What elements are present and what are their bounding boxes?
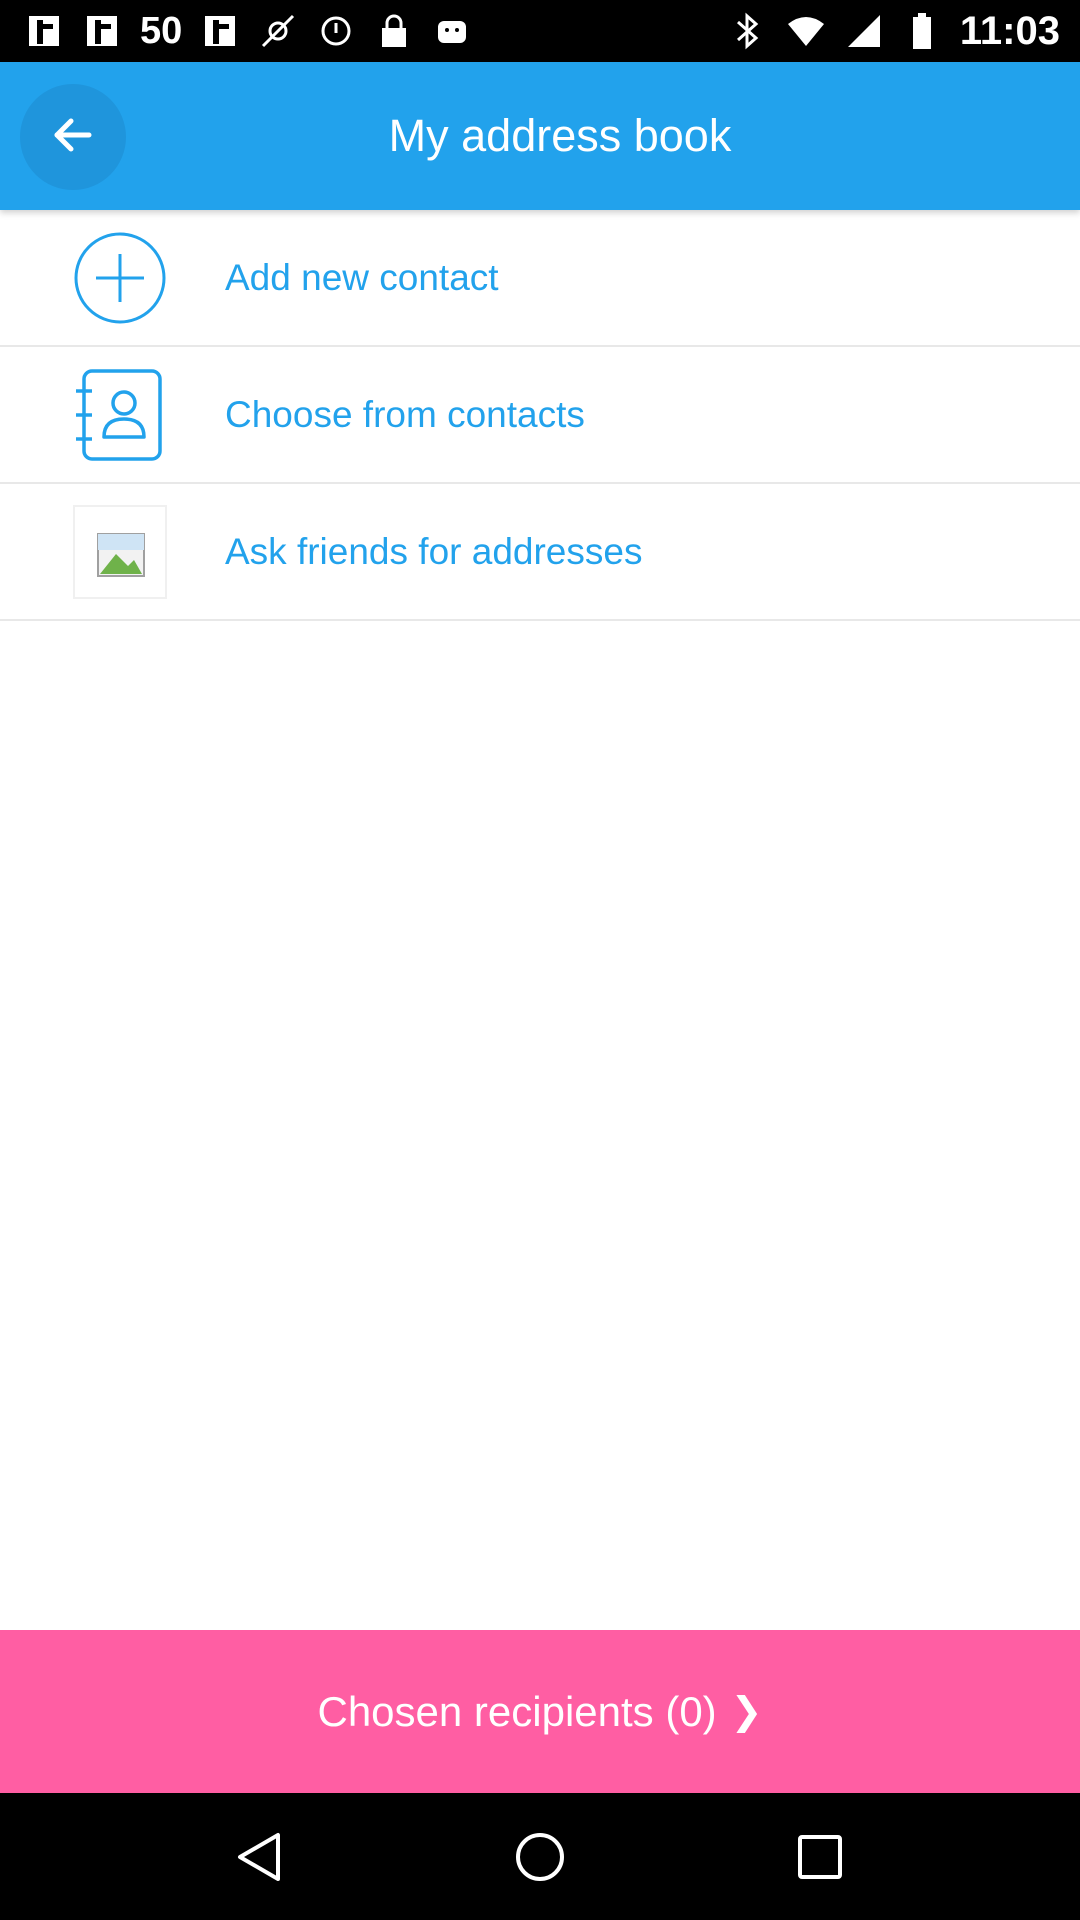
alarm-icon — [316, 11, 356, 51]
app-notification-icon — [200, 11, 240, 51]
status-left: 50 — [24, 10, 472, 53]
status-bar: 50 11:03 — [0, 0, 1080, 62]
chosen-recipients-button[interactable]: Chosen recipients (0) ❯ — [0, 1630, 1080, 1793]
chevron-right-icon: ❯ — [730, 1691, 763, 1733]
status-right: 11:03 — [728, 9, 1060, 54]
add-new-contact-item[interactable]: Add new contact — [0, 210, 1080, 347]
menu-list: Add new contact Choose from contacts Ask… — [0, 210, 1080, 621]
signal-count-text: 50 — [140, 9, 183, 52]
battery-icon — [902, 11, 942, 51]
system-nav-bar — [0, 1793, 1080, 1920]
menu-item-label: Add new contact — [225, 256, 499, 298]
contacts-book-icon — [70, 365, 170, 465]
lock-icon — [374, 11, 414, 51]
menu-item-label: Ask friends for addresses — [225, 530, 643, 572]
clock-text: 11:03 — [959, 8, 1060, 53]
wifi-icon — [786, 11, 826, 51]
bluetooth-icon — [728, 11, 768, 51]
back-button[interactable] — [20, 84, 126, 190]
back-triangle-icon[interactable] — [220, 1817, 300, 1897]
menu-item-label: Choose from contacts — [225, 393, 585, 435]
app-notification-icon — [24, 11, 64, 51]
recents-square-icon[interactable] — [780, 1817, 860, 1897]
page-title: My address book — [388, 110, 732, 161]
arrow-left-icon — [51, 113, 95, 162]
chosen-recipients-label: Chosen recipients (0) — [317, 1687, 717, 1735]
cell-signal-icon — [844, 11, 884, 51]
home-circle-icon[interactable] — [500, 1817, 580, 1897]
fake-gps-icon — [258, 11, 298, 51]
ask-friends-item[interactable]: Ask friends for addresses — [0, 484, 1080, 621]
app-notification-icon — [82, 11, 122, 51]
broken-image-icon — [70, 502, 170, 602]
choose-from-contacts-item[interactable]: Choose from contacts — [0, 347, 1080, 484]
app-bar: My address book — [0, 62, 1080, 210]
android-icon — [432, 11, 472, 51]
plus-circle-icon — [70, 228, 170, 328]
